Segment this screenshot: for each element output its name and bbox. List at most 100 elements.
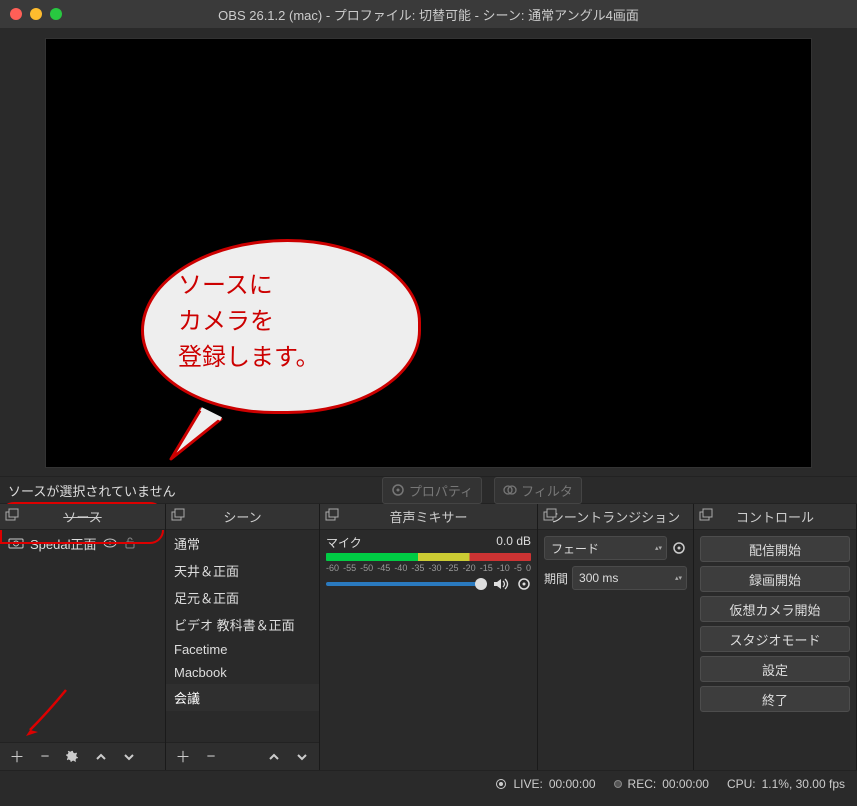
chevron-up-icon bbox=[268, 751, 280, 763]
chevron-up-icon bbox=[95, 751, 107, 763]
chevron-down-icon bbox=[296, 751, 308, 763]
scene-item[interactable]: 足元＆正面 bbox=[166, 584, 319, 611]
popout-icon[interactable] bbox=[698, 508, 714, 524]
close-window-button[interactable] bbox=[10, 8, 22, 20]
exit-button[interactable]: 終了 bbox=[700, 686, 850, 712]
properties-label: プロパティ bbox=[409, 481, 473, 500]
scene-item[interactable]: ビデオ 教科書＆正面 bbox=[166, 611, 319, 638]
audio-mixer-panel: 音声ミキサー マイク 0.0 dB -60 -55 -50 -45 -40 -3… bbox=[320, 504, 538, 770]
start-streaming-button[interactable]: 配信開始 bbox=[700, 536, 850, 562]
mixer-panel-header[interactable]: 音声ミキサー bbox=[320, 504, 537, 530]
sources-toolbar: ＋ − bbox=[0, 742, 165, 770]
maximize-window-button[interactable] bbox=[50, 8, 62, 20]
cpu-status: CPU: 1.1%, 30.00 fps bbox=[727, 777, 845, 791]
mixer-body: マイク 0.0 dB -60 -55 -50 -45 -40 -35 -30 -… bbox=[320, 530, 537, 770]
visibility-icon[interactable] bbox=[102, 537, 118, 549]
scene-item[interactable]: Facetime bbox=[166, 638, 319, 661]
annotation-line: 登録します。 bbox=[178, 340, 394, 376]
transition-select[interactable]: フェード ▴▾ bbox=[544, 536, 667, 560]
scene-item[interactable]: Macbook bbox=[166, 661, 319, 684]
audio-meter bbox=[326, 553, 531, 561]
traffic-lights bbox=[10, 8, 62, 20]
preview-canvas[interactable]: ソースに カメラを 登録します。 bbox=[45, 38, 812, 468]
preview-area: ソースに カメラを 登録します。 bbox=[0, 28, 857, 476]
rec-status: REC: 00:00:00 bbox=[614, 777, 709, 791]
meter-ticks: -60 -55 -50 -45 -40 -35 -30 -25 -20 -15 … bbox=[326, 563, 531, 573]
controls-body: 配信開始 録画開始 仮想カメラ開始 スタジオモード 設定 終了 bbox=[694, 530, 856, 770]
source-settings-button[interactable] bbox=[60, 746, 86, 768]
transitions-title: シーントランジション bbox=[551, 507, 680, 526]
gear-icon bbox=[66, 750, 80, 764]
properties-button[interactable]: プロパティ bbox=[382, 477, 482, 504]
controls-panel-header[interactable]: コントロール bbox=[694, 504, 856, 530]
docks-row: ソース Spedal正面 ＋ − bbox=[0, 504, 857, 770]
move-down-button[interactable] bbox=[116, 746, 142, 768]
gear-icon bbox=[391, 483, 405, 497]
popout-icon[interactable] bbox=[542, 508, 558, 524]
sources-list[interactable]: Spedal正面 bbox=[0, 530, 165, 742]
remove-scene-button[interactable]: − bbox=[198, 746, 224, 768]
transitions-panel-header[interactable]: シーントランジション bbox=[538, 504, 693, 530]
live-status: LIVE: 00:00:00 bbox=[495, 777, 595, 791]
scenes-toolbar: ＋ − bbox=[166, 742, 319, 770]
popout-icon[interactable] bbox=[324, 508, 340, 524]
annotation-callout: ソースに カメラを 登録します。 bbox=[141, 239, 426, 439]
minimize-window-button[interactable] bbox=[30, 8, 42, 20]
duration-input[interactable]: 300 ms ▴▾ bbox=[572, 566, 687, 590]
scene-item[interactable]: 天井＆正面 bbox=[166, 557, 319, 584]
scene-item[interactable]: 会議 bbox=[166, 684, 319, 711]
popout-icon[interactable] bbox=[4, 508, 20, 524]
start-recording-button[interactable]: 録画開始 bbox=[700, 566, 850, 592]
source-label: Spedal正面 bbox=[30, 534, 96, 553]
broadcast-icon bbox=[495, 778, 507, 790]
settings-button[interactable]: 設定 bbox=[700, 656, 850, 682]
sources-panel-header[interactable]: ソース bbox=[0, 504, 165, 530]
chevron-down-icon bbox=[123, 751, 135, 763]
no-source-selected-label: ソースが選択されていません bbox=[8, 481, 176, 500]
move-up-button[interactable] bbox=[88, 746, 114, 768]
annotation-line: ソースに bbox=[178, 268, 394, 304]
scenes-panel: シーン 通常 天井＆正面 足元＆正面 ビデオ 教科書＆正面 Facetime M… bbox=[166, 504, 320, 770]
duration-label: 期間 bbox=[544, 570, 568, 587]
annotation-line: カメラを bbox=[178, 304, 394, 340]
scenes-panel-header[interactable]: シーン bbox=[166, 504, 319, 530]
volume-slider[interactable] bbox=[326, 582, 487, 586]
camera-icon bbox=[8, 537, 24, 549]
speaker-icon[interactable] bbox=[493, 577, 511, 591]
mixer-level-db: 0.0 dB bbox=[496, 534, 531, 551]
controls-panel: コントロール 配信開始 録画開始 仮想カメラ開始 スタジオモード 設定 終了 bbox=[694, 504, 857, 770]
mixer-channel-label: マイク bbox=[326, 534, 362, 551]
add-source-button[interactable]: ＋ bbox=[4, 746, 30, 768]
filters-label: フィルタ bbox=[521, 481, 573, 500]
sources-panel: ソース Spedal正面 ＋ − bbox=[0, 504, 166, 770]
start-virtual-camera-button[interactable]: 仮想カメラ開始 bbox=[700, 596, 850, 622]
controls-title: コントロール bbox=[736, 507, 814, 526]
add-scene-button[interactable]: ＋ bbox=[170, 746, 196, 768]
filter-icon bbox=[503, 483, 517, 497]
studio-mode-button[interactable]: スタジオモード bbox=[700, 626, 850, 652]
scene-item[interactable]: 通常 bbox=[166, 530, 319, 557]
transitions-body: フェード ▴▾ 期間 300 ms ▴▾ bbox=[538, 530, 693, 770]
gear-icon[interactable] bbox=[517, 577, 531, 591]
transitions-panel: シーントランジション フェード ▴▾ 期間 300 ms ▴▾ bbox=[538, 504, 694, 770]
scenes-list[interactable]: 通常 天井＆正面 足元＆正面 ビデオ 教科書＆正面 Facetime Macbo… bbox=[166, 530, 319, 742]
lock-icon[interactable] bbox=[124, 536, 136, 550]
mixer-title: 音声ミキサー bbox=[389, 507, 467, 526]
sources-title: ソース bbox=[63, 507, 101, 526]
filters-button[interactable]: フィルタ bbox=[494, 477, 582, 504]
window-title: OBS 26.1.2 (mac) - プロファイル: 切替可能 - シーン: 通… bbox=[218, 5, 639, 24]
title-bar: OBS 26.1.2 (mac) - プロファイル: 切替可能 - シーン: 通… bbox=[0, 0, 857, 28]
source-item[interactable]: Spedal正面 bbox=[0, 530, 165, 556]
stepper-arrows-icon: ▴▾ bbox=[655, 545, 662, 552]
record-dot-icon bbox=[614, 780, 622, 788]
move-scene-down-button[interactable] bbox=[289, 746, 315, 768]
transition-mode-label: フェード bbox=[551, 540, 599, 557]
remove-source-button[interactable]: − bbox=[32, 746, 58, 768]
context-toolbar: ソースが選択されていません プロパティ フィルタ bbox=[0, 476, 857, 504]
move-scene-up-button[interactable] bbox=[261, 746, 287, 768]
status-bar: LIVE: 00:00:00 REC: 00:00:00 CPU: 1.1%, … bbox=[0, 770, 857, 796]
scenes-title: シーン bbox=[223, 507, 261, 526]
gear-icon[interactable] bbox=[671, 540, 687, 556]
annotation-arrow-icon bbox=[18, 682, 78, 742]
popout-icon[interactable] bbox=[170, 508, 186, 524]
